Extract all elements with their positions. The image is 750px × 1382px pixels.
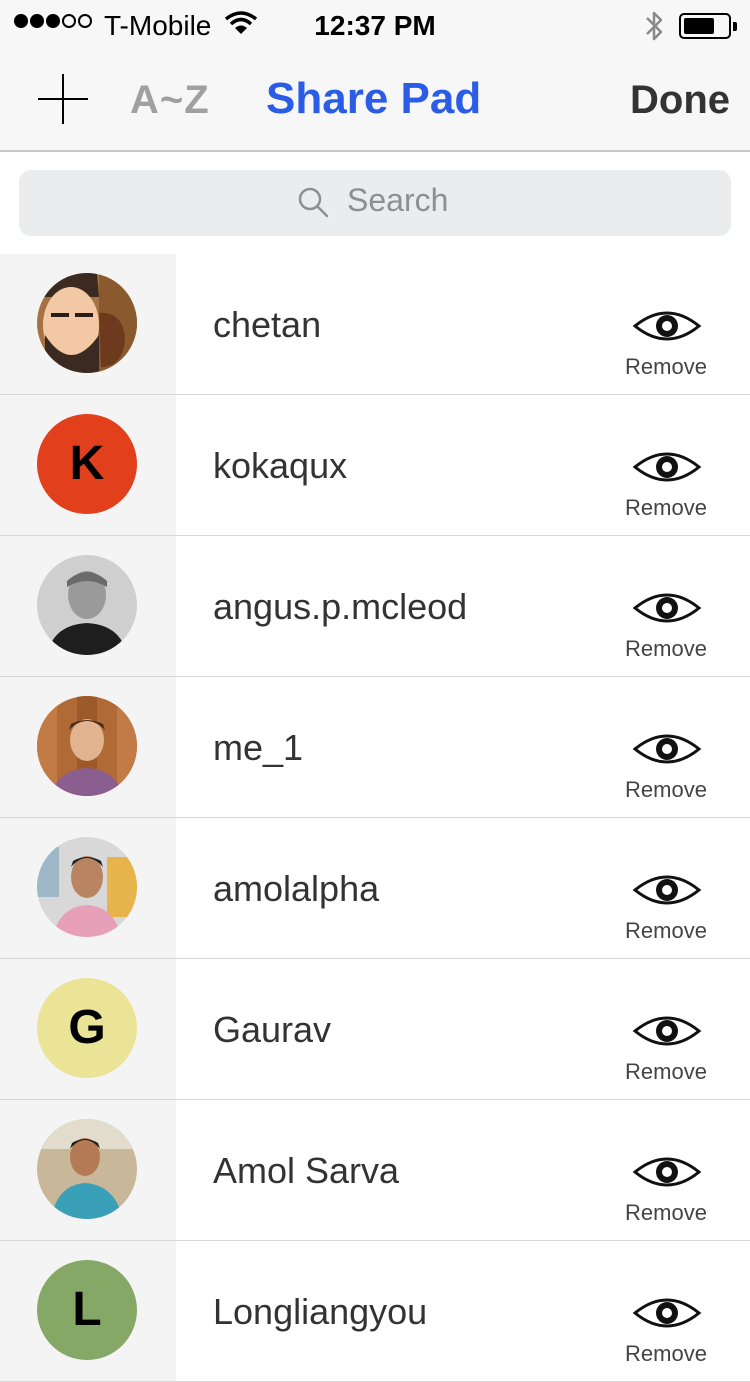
eye-icon[interactable] [632, 588, 702, 633]
bluetooth-icon [642, 9, 666, 48]
list-item[interactable]: L Longliangyou Remove [0, 1241, 750, 1382]
user-name: Longliangyou [213, 1291, 428, 1332]
avatar [37, 273, 137, 373]
shared-users-list: chetan Remove K kokaqux Remove angus.p.m… [0, 254, 750, 1382]
remove-button[interactable]: Remove [610, 354, 722, 380]
avatar [37, 555, 137, 655]
avatar: G [37, 978, 137, 1078]
list-item[interactable]: Amol Sarva Remove [0, 1100, 750, 1241]
user-name: me_1 [213, 727, 304, 768]
list-item[interactable]: angus.p.mcleod Remove [0, 536, 750, 677]
list-item[interactable]: chetan Remove [0, 254, 750, 395]
sort-az-button[interactable]: A~Z [130, 78, 210, 123]
list-item[interactable]: me_1 Remove [0, 677, 750, 818]
search-input[interactable]: Search [19, 170, 731, 236]
add-icon[interactable] [38, 74, 88, 124]
eye-icon[interactable] [632, 870, 702, 915]
remove-button[interactable]: Remove [610, 1200, 722, 1226]
search-area: Search [0, 152, 750, 254]
avatar-letter: K [69, 437, 105, 490]
remove-button[interactable]: Remove [610, 1341, 722, 1367]
avatar: K [37, 414, 137, 514]
eye-icon[interactable] [632, 447, 702, 492]
remove-button[interactable]: Remove [610, 636, 722, 662]
search-icon [297, 186, 331, 225]
user-name: amolalpha [213, 868, 380, 909]
eye-icon[interactable] [632, 1152, 702, 1197]
list-item[interactable]: K kokaqux Remove [0, 395, 750, 536]
clock: 12:37 PM [314, 10, 436, 41]
user-name: angus.p.mcleod [213, 586, 468, 627]
user-name: chetan [213, 304, 322, 345]
remove-button[interactable]: Remove [610, 1059, 722, 1085]
eye-icon[interactable] [632, 729, 702, 774]
status-bar: T-Mobile 12:37 PM [0, 0, 750, 52]
remove-button[interactable]: Remove [610, 495, 722, 521]
battery-icon [679, 13, 737, 39]
eye-icon[interactable] [632, 1293, 702, 1338]
remove-button[interactable]: Remove [610, 777, 722, 803]
remove-button[interactable]: Remove [610, 918, 722, 944]
navigation-bar: A~Z Share Pad Done [0, 52, 750, 152]
user-name: Gaurav [213, 1009, 332, 1050]
list-item[interactable]: G Gaurav Remove [0, 959, 750, 1100]
list-item[interactable]: amolalpha Remove [0, 818, 750, 959]
user-name: Amol Sarva [213, 1150, 400, 1191]
done-button[interactable]: Done [630, 78, 730, 123]
page-title: Share Pad [266, 74, 482, 123]
avatar [37, 837, 137, 937]
avatar: L [37, 1260, 137, 1360]
search-placeholder: Search [347, 182, 449, 218]
user-name: kokaqux [213, 445, 348, 486]
avatar [37, 696, 137, 796]
avatar [37, 1119, 137, 1219]
avatar-letter: G [68, 1001, 106, 1054]
avatar-letter: L [72, 1283, 102, 1336]
eye-icon[interactable] [632, 306, 702, 351]
eye-icon[interactable] [632, 1011, 702, 1056]
